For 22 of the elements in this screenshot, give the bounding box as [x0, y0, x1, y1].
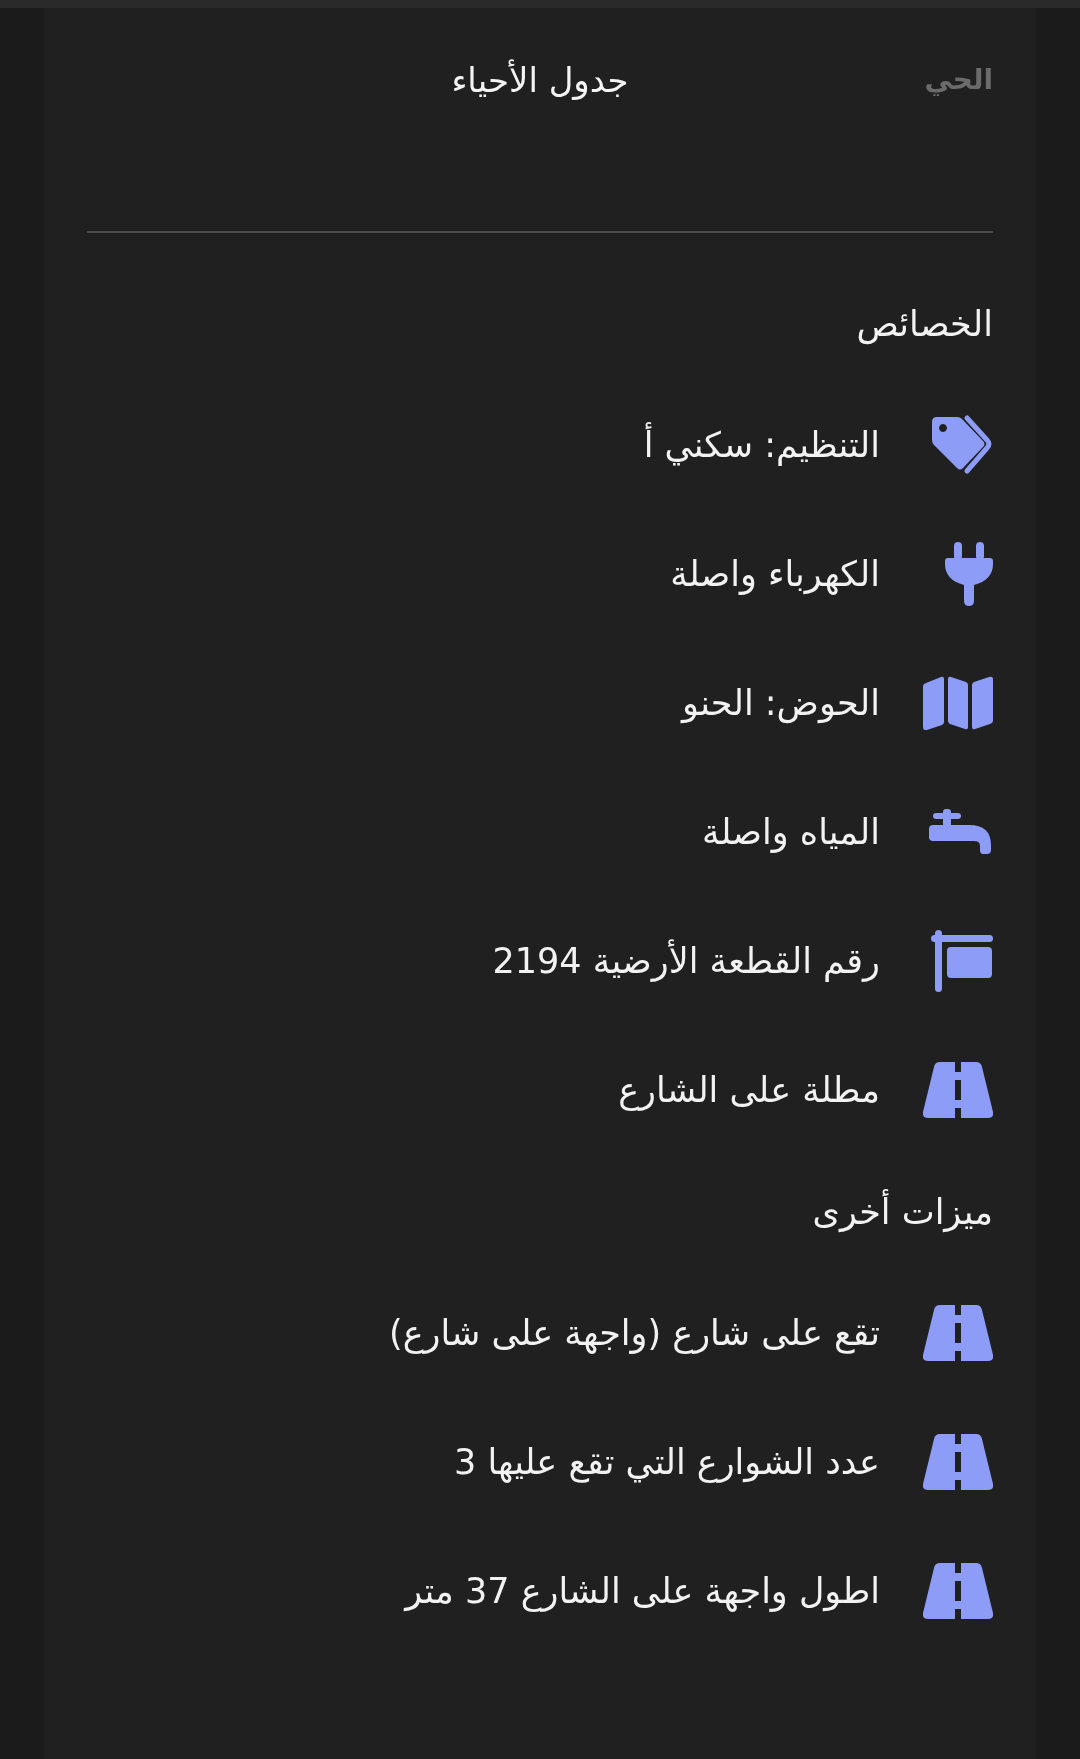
- feature-text: التنظيم: سكني أ: [643, 421, 880, 468]
- road-icon: [923, 1304, 993, 1361]
- tags-icon: [929, 413, 993, 476]
- road-icon: [923, 1061, 993, 1118]
- road-icon: [923, 1433, 993, 1490]
- road-icon: [923, 1562, 993, 1619]
- section-heading: ميزات أخرى: [812, 1188, 993, 1236]
- feature-text: اطول واجهة على الشارع 37 متر: [405, 1569, 880, 1614]
- folded-map-icon: [923, 675, 993, 730]
- section-heading: الخصائص: [856, 303, 993, 347]
- faucet-icon: [929, 808, 993, 855]
- signpost-icon: [931, 929, 993, 992]
- page-title: جدول الأحياء: [451, 58, 629, 102]
- feature-text: الكهرباء واصلة: [670, 552, 880, 597]
- feature-text: مطلة على الشارع: [618, 1068, 880, 1113]
- feature-text: المياه واصلة: [702, 810, 880, 855]
- plug-icon: [945, 541, 993, 606]
- section-label[interactable]: الحي: [924, 56, 993, 104]
- feature-text: عدد الشوارع التي تقع عليها 3: [454, 1440, 880, 1485]
- feature-text: الحوض: الحنو: [682, 681, 880, 726]
- feature-text: رقم القطعة الأرضية 2194: [492, 938, 880, 984]
- feature-text: تقع على شارع (واجهة على شارع): [389, 1311, 880, 1356]
